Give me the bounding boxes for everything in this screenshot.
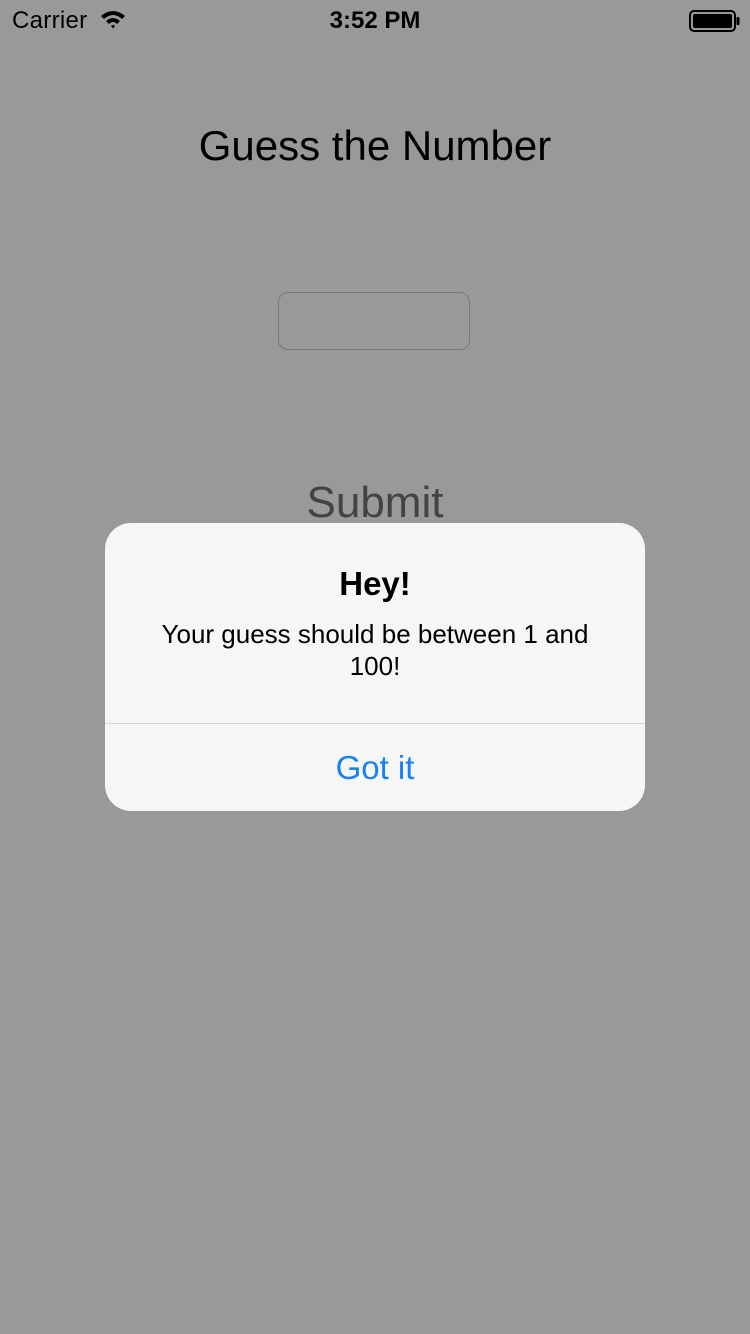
alert-message: Your guess should be between 1 and 100! (161, 619, 589, 681)
got-it-button[interactable]: Got it (105, 724, 645, 811)
alert-title: Hey! (339, 565, 411, 602)
alert-dialog: Hey! Your guess should be between 1 and … (105, 523, 645, 811)
